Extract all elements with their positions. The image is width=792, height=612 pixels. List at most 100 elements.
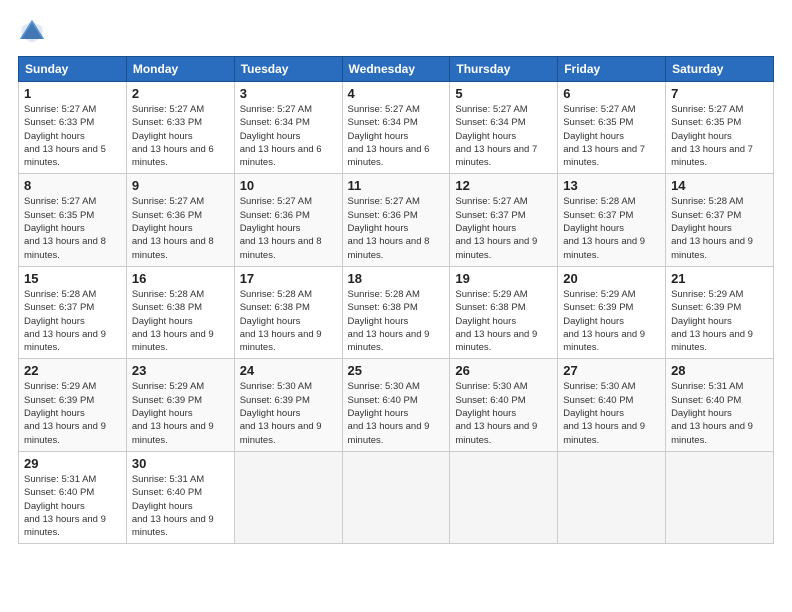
daylight-value: and 13 hours and 7 minutes. [563,144,645,168]
calendar-cell [234,451,342,543]
sunset-label: Sunset: 6:40 PM [24,487,94,498]
daylight-label: Daylight hours [671,316,732,327]
daylight-label: Daylight hours [132,223,193,234]
day-info: Sunrise: 5:27 AMSunset: 6:34 PMDaylight … [240,103,337,169]
day-number: 21 [671,271,768,286]
daylight-label: Daylight hours [455,316,516,327]
sunset-label: Sunset: 6:39 PM [132,395,202,406]
daylight-value: and 13 hours and 9 minutes. [348,329,430,353]
sunset-label: Sunset: 6:40 PM [563,395,633,406]
day-info: Sunrise: 5:27 AMSunset: 6:37 PMDaylight … [455,195,552,261]
calendar-table: SundayMondayTuesdayWednesdayThursdayFrid… [18,56,774,544]
sunset-label: Sunset: 6:40 PM [132,487,202,498]
calendar-cell: 27Sunrise: 5:30 AMSunset: 6:40 PMDayligh… [558,359,666,451]
sunrise-label: Sunrise: 5:27 AM [348,104,420,115]
sunrise-label: Sunrise: 5:28 AM [240,289,312,300]
day-number: 9 [132,178,229,193]
sunset-label: Sunset: 6:38 PM [132,302,202,313]
logo-icon [18,18,46,46]
daylight-value: and 13 hours and 9 minutes. [240,421,322,445]
day-number: 15 [24,271,121,286]
daylight-label: Daylight hours [240,408,301,419]
day-number: 13 [563,178,660,193]
calendar-cell: 9 Sunrise: 5:27 AMSunset: 6:36 PMDaylight… [126,174,234,266]
sunset-label: Sunset: 6:34 PM [348,117,418,128]
sunrise-label: Sunrise: 5:28 AM [671,196,743,207]
sunset-label: Sunset: 6:37 PM [24,302,94,313]
day-number: 27 [563,363,660,378]
day-number: 23 [132,363,229,378]
day-info: Sunrise: 5:29 AMSunset: 6:38 PMDaylight … [455,288,552,354]
daylight-value: and 13 hours and 9 minutes. [563,329,645,353]
day-number: 22 [24,363,121,378]
day-number: 3 [240,86,337,101]
calendar-cell: 20Sunrise: 5:29 AMSunset: 6:39 PMDayligh… [558,266,666,358]
daylight-label: Daylight hours [240,131,301,142]
day-info: Sunrise: 5:27 AMSunset: 6:34 PMDaylight … [348,103,445,169]
calendar-week-row: 29Sunrise: 5:31 AMSunset: 6:40 PMDayligh… [19,451,774,543]
daylight-value: and 13 hours and 7 minutes. [455,144,537,168]
calendar-week-row: 1Sunrise: 5:27 AMSunset: 6:33 PMDaylight… [19,82,774,174]
col-header-tuesday: Tuesday [234,57,342,82]
sunrise-label: Sunrise: 5:30 AM [563,381,635,392]
sunrise-label: Sunrise: 5:27 AM [455,104,527,115]
calendar-cell: 15 Sunrise: 5:28 AM Sunset: 6:37 PM Dayligh… [19,266,127,358]
day-number: 28 [671,363,768,378]
daylight-label: Daylight hours [671,223,732,234]
sunrise-label: Sunrise: 5:27 AM [348,196,420,207]
sunrise-label: Sunrise: 5:30 AM [348,381,420,392]
daylight-label: Daylight hours [348,408,409,419]
sunset-label: Sunset: 6:39 PM [563,302,633,313]
daylight-label: Daylight hours [563,223,624,234]
daylight-label: Daylight hours [240,316,301,327]
sunrise-label: Sunrise: 5:28 AM [563,196,635,207]
sunset-label: Sunset: 6:36 PM [132,210,202,221]
sunrise-label: Sunrise: 5:29 AM [132,381,204,392]
day-number: 19 [455,271,552,286]
sunset-label: Sunset: 6:38 PM [348,302,418,313]
daylight-value: and 13 hours and 9 minutes. [563,236,645,260]
calendar-cell: 13Sunrise: 5:28 AMSunset: 6:37 PMDayligh… [558,174,666,266]
sunrise-label: Sunrise: 5:27 AM [24,196,96,207]
sunset-label: Sunset: 6:36 PM [240,210,310,221]
day-number: 14 [671,178,768,193]
calendar-cell: 1Sunrise: 5:27 AMSunset: 6:33 PMDaylight… [19,82,127,174]
calendar-cell: 11Sunrise: 5:27 AMSunset: 6:36 PMDayligh… [342,174,450,266]
sunrise-label: Sunrise: 5:28 AM [24,289,96,300]
col-header-sunday: Sunday [19,57,127,82]
day-number: 18 [348,271,445,286]
calendar-cell: 29Sunrise: 5:31 AMSunset: 6:40 PMDayligh… [19,451,127,543]
day-info: Sunrise: 5:30 AMSunset: 6:39 PMDaylight … [240,380,337,446]
daylight-value: and 13 hours and 6 minutes. [240,144,322,168]
day-info: Sunrise: 5:30 AMSunset: 6:40 PMDaylight … [348,380,445,446]
sunset-label: Sunset: 6:39 PM [240,395,310,406]
sunset-label: Sunset: 6:37 PM [455,210,525,221]
daylight-label: Daylight hours [348,316,409,327]
sunrise-label: Sunrise: 5:27 AM [563,104,635,115]
header [18,18,774,46]
sunrise-label: Sunrise: 5:28 AM [132,289,204,300]
daylight-value: and 13 hours and 8 minutes. [240,236,322,260]
day-info: Sunrise: 5:27 AMSunset: 6:36 PMDaylight … [132,195,229,261]
daylight-value: and 13 hours and 9 minutes. [455,329,537,353]
calendar-cell: 14Sunrise: 5:28 AMSunset: 6:37 PMDayligh… [666,174,774,266]
day-number: 26 [455,363,552,378]
daylight-value: and 13 hours and 8 minutes. [348,236,430,260]
daylight-value: and 13 hours and 8 minutes. [24,236,106,260]
daylight-label: Daylight hours [24,316,85,327]
daylight-value: and 13 hours and 9 minutes. [671,236,753,260]
daylight-value: and 13 hours and 9 minutes. [563,421,645,445]
calendar-cell: 26Sunrise: 5:30 AMSunset: 6:40 PMDayligh… [450,359,558,451]
calendar-cell: 3 Sunrise: 5:27 AMSunset: 6:34 PMDaylight… [234,82,342,174]
daylight-value: and 13 hours and 9 minutes. [24,329,106,353]
calendar-cell: 25Sunrise: 5:30 AMSunset: 6:40 PMDayligh… [342,359,450,451]
day-info: Sunrise: 5:29 AMSunset: 6:39 PMDaylight … [24,380,121,446]
col-header-monday: Monday [126,57,234,82]
sunrise-label: Sunrise: 5:27 AM [240,196,312,207]
day-number: 12 [455,178,552,193]
daylight-label: Daylight hours [24,501,85,512]
day-number: 2 [132,86,229,101]
daylight-label: Daylight hours [132,408,193,419]
daylight-label: Daylight hours [132,501,193,512]
daylight-label: Daylight hours [455,408,516,419]
